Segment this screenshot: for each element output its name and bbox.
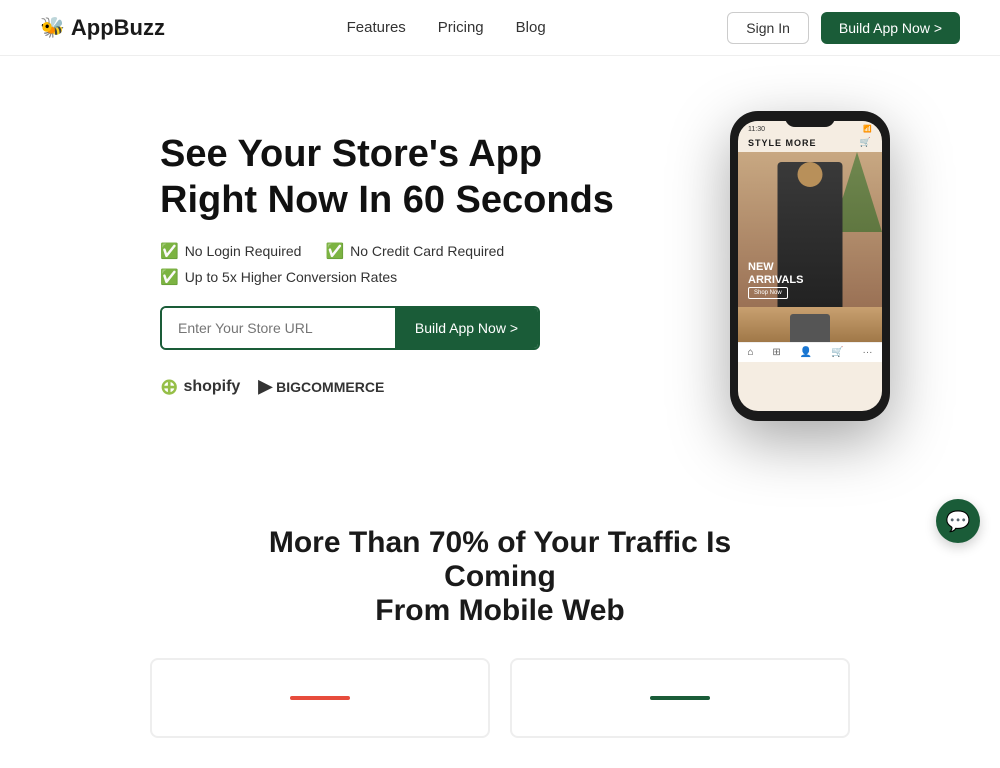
- nav-actions: Sign In Build App Now >: [727, 12, 960, 44]
- check-icon-2: ✅: [325, 242, 344, 260]
- hero-left: See Your Store's App Right Now In 60 Sec…: [160, 132, 620, 399]
- logo[interactable]: 🐝 AppBuzz: [40, 15, 165, 41]
- shopify-text: shopify: [183, 378, 240, 396]
- card-green-bar: [650, 696, 710, 700]
- phone-user-icon: 👤: [800, 347, 812, 358]
- section2-heading: More Than 70% of Your Traffic Is Coming …: [240, 526, 760, 628]
- badge-no-credit-text: No Credit Card Required: [350, 243, 504, 259]
- bigcommerce-text: BIGCOMMERCE: [276, 379, 384, 395]
- badge-no-credit: ✅ No Credit Card Required: [325, 242, 504, 260]
- phone-mockup-container: 11:30 📶 STYLE MORE 🛒 NEW: [700, 111, 920, 421]
- phone-notch: [785, 111, 835, 127]
- phone-outer: 11:30 📶 STYLE MORE 🛒 NEW: [730, 111, 890, 421]
- phone-preview-person: [790, 314, 830, 342]
- navbar: 🐝 AppBuzz Features Pricing Blog Sign In …: [0, 0, 1000, 56]
- chat-button[interactable]: 💬: [936, 499, 980, 543]
- phone-person-head: [798, 162, 823, 187]
- phone-hero-image: NEW ARRIVALS Shop Now: [738, 152, 882, 307]
- nav-blog[interactable]: Blog: [516, 19, 546, 36]
- bigcommerce-icon: ▶: [258, 376, 272, 397]
- nav-pricing[interactable]: Pricing: [438, 19, 484, 36]
- nav-features[interactable]: Features: [347, 19, 406, 36]
- hero-title: See Your Store's App Right Now In 60 Sec…: [160, 132, 620, 223]
- nav-links: Features Pricing Blog: [347, 19, 546, 36]
- phone-shop-now: Shop Now: [748, 287, 788, 299]
- logo-icon: 🐝: [40, 15, 65, 40]
- badge-conversion-text: Up to 5x Higher Conversion Rates: [185, 269, 397, 285]
- badge-conversion: ✅ Up to 5x Higher Conversion Rates: [160, 268, 397, 286]
- shopify-icon: ⊕: [160, 374, 178, 400]
- phone-time: 11:30: [748, 126, 765, 133]
- section2: More Than 70% of Your Traffic Is Coming …: [0, 476, 1000, 768]
- phone-cart-nav-icon: 🛒: [831, 347, 843, 358]
- bigcommerce-logo: ▶ BIGCOMMERCE: [258, 376, 384, 397]
- phone-signal-icons: 📶: [863, 125, 872, 133]
- platform-logos: ⊕ shopify ▶ BIGCOMMERCE: [160, 374, 620, 400]
- chat-icon: 💬: [946, 509, 971, 534]
- check-icon-1: ✅: [160, 242, 179, 260]
- phone-store-name: STYLE MORE: [748, 138, 817, 148]
- card-red-bar: [290, 696, 350, 700]
- phone-store-header: STYLE MORE 🛒: [738, 135, 882, 152]
- phone-home-icon: ⌂: [747, 347, 753, 358]
- build-app-nav-button[interactable]: Build App Now >: [821, 12, 960, 44]
- hero-badges: ✅ No Login Required ✅ No Credit Card Req…: [160, 242, 620, 286]
- build-app-hero-button[interactable]: Build App Now >: [395, 308, 538, 348]
- card-1: [150, 658, 490, 738]
- signin-button[interactable]: Sign In: [727, 12, 809, 44]
- hero-form: Build App Now >: [160, 306, 540, 350]
- card-2: [510, 658, 850, 738]
- hero-section: See Your Store's App Right Now In 60 Sec…: [0, 56, 1000, 476]
- phone-app-nav-bar: ⌂ ⊞ 👤 🛒 ···: [738, 342, 882, 362]
- phone-more-icon: ···: [862, 347, 872, 358]
- phone-grid-icon: ⊞: [772, 347, 780, 358]
- check-icon-3: ✅: [160, 268, 179, 286]
- phone-cart-icon: 🛒: [860, 137, 872, 148]
- store-url-input[interactable]: [162, 308, 395, 348]
- shopify-logo: ⊕ shopify: [160, 374, 240, 400]
- logo-text: AppBuzz: [71, 15, 165, 41]
- badge-no-login-text: No Login Required: [185, 243, 302, 259]
- section2-cards: [150, 658, 850, 738]
- phone-screen: 11:30 📶 STYLE MORE 🛒 NEW: [738, 121, 882, 411]
- phone-bottom-preview: [738, 307, 882, 342]
- phone-hero-text: NEW ARRIVALS: [748, 261, 803, 287]
- phone-wrap: 11:30 📶 STYLE MORE 🛒 NEW: [730, 111, 890, 421]
- badge-no-login: ✅ No Login Required: [160, 242, 301, 260]
